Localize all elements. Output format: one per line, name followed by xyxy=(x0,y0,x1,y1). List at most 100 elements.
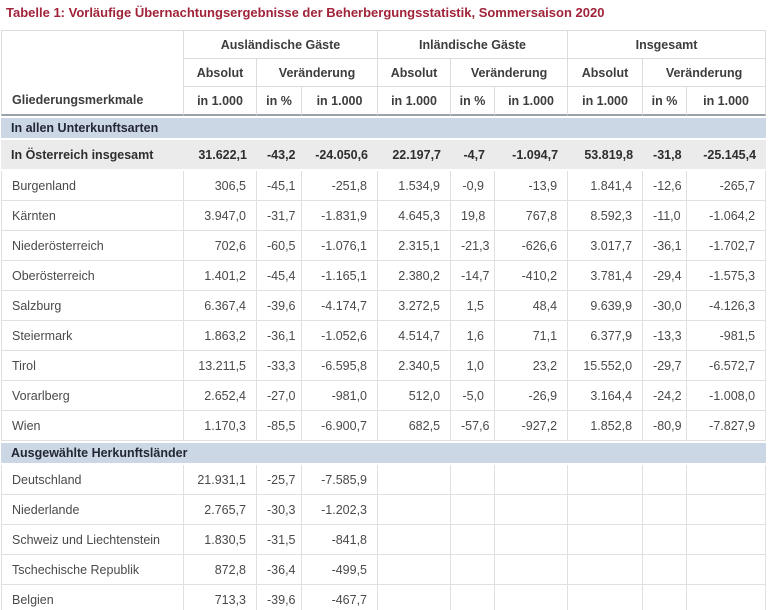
cell-value: -981,0 xyxy=(302,381,378,411)
subheader-veraenderung: Veränderung xyxy=(451,59,568,87)
table-row: Vorarlberg2.652,4-27,0-981,0512,0-5,0-26… xyxy=(1,381,766,411)
cell-value: 2.652,4 xyxy=(184,381,257,411)
row-label: Schweiz und Liechtenstein xyxy=(1,525,184,555)
row-label: Burgenland xyxy=(1,171,184,201)
row-label: Kärnten xyxy=(1,201,184,231)
cell-value xyxy=(687,495,766,525)
cell-value: 9.639,9 xyxy=(568,291,643,321)
cell-value: -4.126,3 xyxy=(687,291,766,321)
table-row: Steiermark1.863,2-36,1-1.052,64.514,71,6… xyxy=(1,321,766,351)
cell-value: -1.165,1 xyxy=(302,261,378,291)
cell-value: -26,9 xyxy=(495,381,568,411)
cell-value: 1.841,4 xyxy=(568,171,643,201)
cell-value: -1.831,9 xyxy=(302,201,378,231)
cell-value: -29,7 xyxy=(643,351,687,381)
section-label: Ausgewählte Herkunftsländer xyxy=(1,441,766,465)
cell-value: -39,6 xyxy=(257,585,302,610)
cell-value: -1.094,7 xyxy=(495,140,568,171)
statistics-table: Gliederungsmerkmale Ausländische Gäste I… xyxy=(1,30,766,610)
table-row: Salzburg6.367,4-39,6-4.174,73.272,51,548… xyxy=(1,291,766,321)
table-title: Tabelle 1: Vorläufige Übernachtungsergeb… xyxy=(0,0,773,21)
cell-value: -265,7 xyxy=(687,171,766,201)
cell-value: -6.572,7 xyxy=(687,351,766,381)
unit-header-in-1000: in 1.000 xyxy=(568,87,643,116)
cell-value: 2.315,1 xyxy=(378,231,451,261)
cell-value: -1.575,3 xyxy=(687,261,766,291)
cell-value: -36,1 xyxy=(643,231,687,261)
cell-value: 713,3 xyxy=(184,585,257,610)
unit-header-in-1000: in 1.000 xyxy=(495,87,568,116)
cell-value: 4.645,3 xyxy=(378,201,451,231)
cell-value xyxy=(687,585,766,610)
cell-value xyxy=(451,495,495,525)
cell-value: 13.211,5 xyxy=(184,351,257,381)
table-row: Niederlande2.765,7-30,3-1.202,3 xyxy=(1,495,766,525)
cell-value xyxy=(495,585,568,610)
cell-value: -1.064,2 xyxy=(687,201,766,231)
section-label: In allen Unterkunftsarten xyxy=(1,116,766,140)
page: Tabelle 1: Vorläufige Übernachtungsergeb… xyxy=(0,0,773,610)
row-label: Niederösterreich xyxy=(1,231,184,261)
cell-value: -24.050,6 xyxy=(302,140,378,171)
cell-value: -4,7 xyxy=(451,140,495,171)
unit-header-in-1000: in 1.000 xyxy=(687,87,766,116)
cell-value xyxy=(643,585,687,610)
table-row: Oberösterreich1.401,2-45,4-1.165,12.380,… xyxy=(1,261,766,291)
cell-value: 3.017,7 xyxy=(568,231,643,261)
table-row: Tirol13.211,5-33,3-6.595,82.340,51,023,2… xyxy=(1,351,766,381)
cell-value: -5,0 xyxy=(451,381,495,411)
subheader-veraenderung: Veränderung xyxy=(257,59,378,87)
cell-value: 872,8 xyxy=(184,555,257,585)
cell-value: 1.170,3 xyxy=(184,411,257,441)
row-label: Salzburg xyxy=(1,291,184,321)
cell-value: 2.765,7 xyxy=(184,495,257,525)
cell-value: -25.145,4 xyxy=(687,140,766,171)
cell-value: -626,6 xyxy=(495,231,568,261)
cell-value xyxy=(495,555,568,585)
cell-value xyxy=(451,525,495,555)
cell-value xyxy=(568,465,643,495)
cell-value: -6.900,7 xyxy=(302,411,378,441)
cell-value: -27,0 xyxy=(257,381,302,411)
row-label: Belgien xyxy=(1,585,184,610)
cell-value: 48,4 xyxy=(495,291,568,321)
unit-header-in-percent: in % xyxy=(451,87,495,116)
row-label: Tschechische Republik xyxy=(1,555,184,585)
table-row: Belgien713,3-39,6-467,7 xyxy=(1,585,766,610)
cell-value xyxy=(687,465,766,495)
table-row: Kärnten3.947,0-31,7-1.831,94.645,319,876… xyxy=(1,201,766,231)
row-label: Steiermark xyxy=(1,321,184,351)
table-row: Niederösterreich702,6-60,5-1.076,12.315,… xyxy=(1,231,766,261)
subheader-absolut: Absolut xyxy=(378,59,451,87)
cell-value: -36,1 xyxy=(257,321,302,351)
row-label: Vorarlberg xyxy=(1,381,184,411)
subheader-veraenderung: Veränderung xyxy=(643,59,766,87)
cell-value: -31,8 xyxy=(643,140,687,171)
cell-value: 3.164,4 xyxy=(568,381,643,411)
cell-value xyxy=(568,525,643,555)
row-label: Wien xyxy=(1,411,184,441)
cell-value: -927,2 xyxy=(495,411,568,441)
cell-value: -30,0 xyxy=(643,291,687,321)
cell-value: -13,3 xyxy=(643,321,687,351)
cell-value: 23,2 xyxy=(495,351,568,381)
unit-header-in-percent: in % xyxy=(257,87,302,116)
table-row: Burgenland306,5-45,1-251,81.534,9-0,9-13… xyxy=(1,171,766,201)
row-label: Tirol xyxy=(1,351,184,381)
cell-value: -43,2 xyxy=(257,140,302,171)
cell-value: -39,6 xyxy=(257,291,302,321)
cell-value xyxy=(568,495,643,525)
cell-value: 3.781,4 xyxy=(568,261,643,291)
corner-header-gliederungsmerkmale: Gliederungsmerkmale xyxy=(1,30,184,116)
table-body: In allen UnterkunftsartenIn Österreich i… xyxy=(1,116,766,610)
cell-value: -85,5 xyxy=(257,411,302,441)
cell-value: -1.702,7 xyxy=(687,231,766,261)
cell-value: 702,6 xyxy=(184,231,257,261)
section-row: In allen Unterkunftsarten xyxy=(1,116,766,140)
cell-value: -45,1 xyxy=(257,171,302,201)
cell-value: 1,5 xyxy=(451,291,495,321)
cell-value: 1.401,2 xyxy=(184,261,257,291)
cell-value xyxy=(687,555,766,585)
section-row: Ausgewählte Herkunftsländer xyxy=(1,441,766,465)
cell-value: -25,7 xyxy=(257,465,302,495)
